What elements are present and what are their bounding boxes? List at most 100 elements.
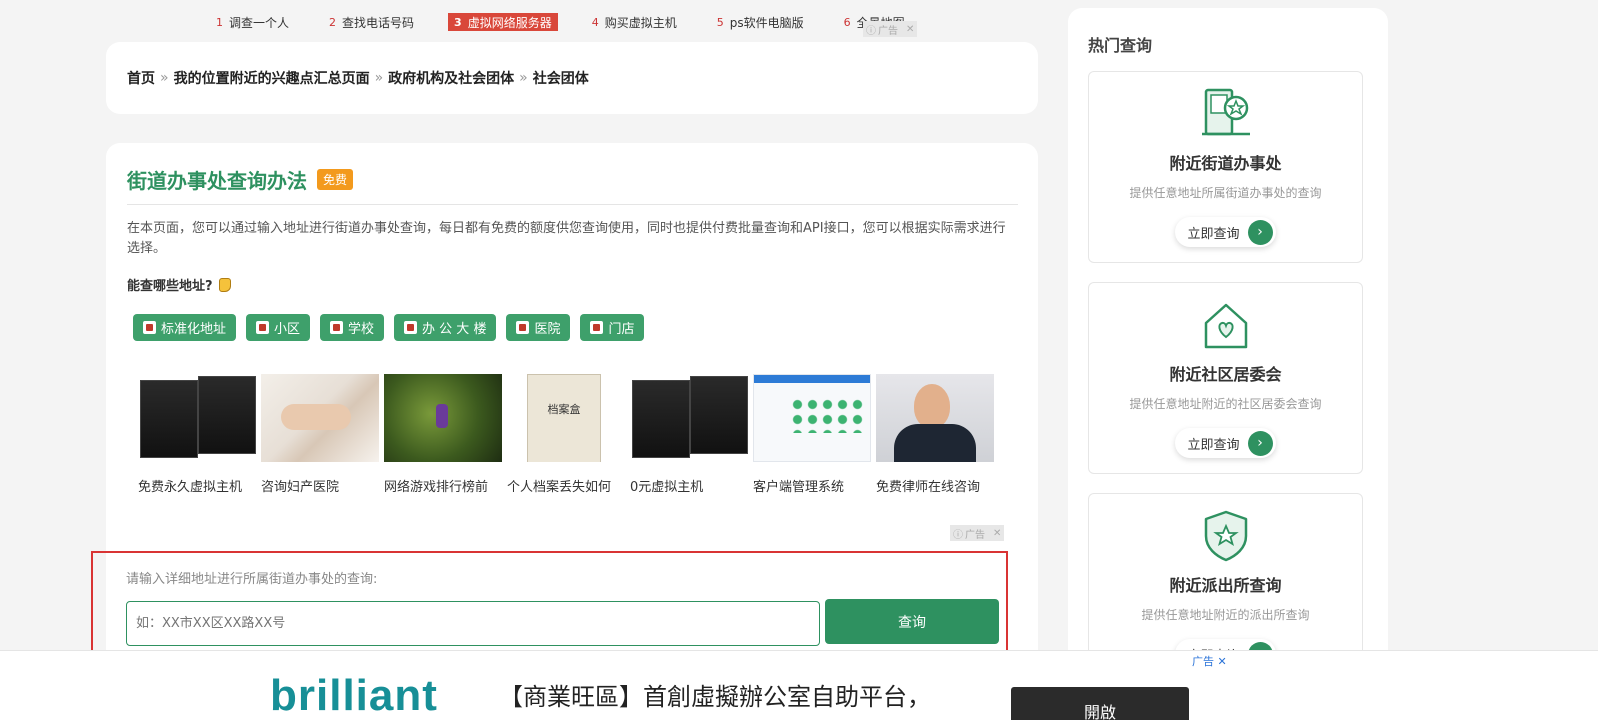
top-link-3[interactable]: 3 虚拟网络服务器 [448, 13, 558, 31]
ad-tag-label: 广告 [878, 25, 898, 37]
tag-label: 医院 [534, 322, 561, 337]
ad-caption: 咨询妇产医院 [261, 480, 340, 495]
ad-info-icon: ⓘ [866, 25, 876, 37]
tag-label: 标准化地址 [161, 322, 227, 337]
school-icon [330, 321, 344, 334]
tag-label: 门店 [608, 322, 635, 337]
arrow-right-icon: › [1247, 430, 1273, 456]
breadcrumb-poi-summary[interactable]: 我的位置附近的兴趣点汇总页面 [174, 68, 370, 88]
tag-hospital[interactable]: 医院 [506, 314, 571, 341]
ad-thumbnails: 免费永久虚拟主机 咨询妇产医院 网络游戏排行榜前 个人档案丢失如何 0元虚拟主机… [138, 374, 995, 495]
link-label: 购买虚拟主机 [604, 15, 677, 30]
ad-caption: 客户端管理系统 [753, 480, 845, 495]
button-label: 立即查询 [1187, 226, 1240, 242]
server-image [138, 374, 256, 462]
top-link-4[interactable]: 4 购买虚拟主机 [586, 13, 683, 31]
top-link-1[interactable]: 1 调查一个人 [210, 13, 295, 31]
breadcrumb-separator: » [519, 70, 528, 86]
query-now-button[interactable]: 立即查询 › [1175, 428, 1276, 458]
breadcrumb-gov-orgs[interactable]: 政府机构及社会团体 [388, 68, 514, 88]
tag-standard-address[interactable]: 标准化地址 [133, 314, 237, 341]
link-number: 4 [591, 15, 599, 29]
link-number: 6 [843, 15, 851, 29]
link-label: 虚拟网络服务器 [467, 15, 552, 30]
ad-item[interactable]: 客户端管理系统 [753, 374, 872, 495]
close-icon[interactable]: ✕ [993, 528, 1001, 539]
tag-label: 小区 [274, 322, 301, 337]
breadcrumb-separator: » [374, 70, 384, 86]
free-badge: 免费 [317, 169, 354, 190]
search-section: 请输入详细地址进行所属街道办事处的查询: 查询 [91, 551, 1008, 660]
ad-caption: 网络游戏排行榜前 [384, 480, 489, 495]
ad-tag-top[interactable]: ⓘ 广告 ✕ [863, 21, 918, 37]
link-label: 调查一个人 [229, 15, 290, 30]
tag-label: 学校 [348, 322, 375, 337]
arrow-right-icon: › [1247, 219, 1273, 245]
ad-caption: 个人档案丢失如何 [507, 480, 612, 495]
server-image [630, 374, 748, 462]
banner-open-button[interactable]: 開啟 [1011, 687, 1189, 720]
subheading-text: 能查哪些地址? [127, 279, 213, 294]
banner-ad-close[interactable]: 广告 ✕ [1192, 653, 1227, 669]
office-building-icon [404, 321, 418, 334]
bottom-ad-banner[interactable]: brilliant 【商業旺區】首創虛擬辦公室自助平台， 開啟 广告 ✕ [0, 650, 1598, 720]
tag-school[interactable]: 学校 [320, 314, 385, 341]
search-label: 请输入详细地址进行所属街道办事处的查询: [126, 572, 378, 587]
link-label: ps软件电脑版 [729, 15, 804, 30]
ad-caption: 0元虚拟主机 [630, 480, 704, 495]
ad-tag-thumbnails[interactable]: ⓘ 广告 ✕ [950, 525, 1005, 541]
ad-item[interactable]: 免费永久虚拟主机 [138, 374, 257, 495]
page-description: 在本页面，您可以通过输入地址进行街道办事处查询，每日都有免费的额度供您查询使用，… [127, 221, 1006, 256]
ad-item[interactable]: 网络游戏排行榜前 [384, 374, 503, 495]
close-icon[interactable]: ✕ [906, 24, 914, 35]
top-link-5[interactable]: 5 ps软件电脑版 [711, 13, 810, 31]
service-desc: 提供任意地址附近的派出所查询 [1141, 608, 1310, 622]
tag-office-building[interactable]: 办 公 大 楼 [394, 314, 497, 341]
button-label: 立即查询 [1187, 437, 1240, 453]
bed-image [261, 374, 379, 462]
house-heart-icon [1204, 303, 1247, 349]
ad-caption: 免费律师在线咨询 [876, 480, 981, 495]
address-search-input[interactable] [126, 601, 820, 646]
game-image [384, 374, 502, 462]
breadcrumb-social-groups[interactable]: 社会团体 [533, 68, 589, 88]
ad-item[interactable]: 咨询妇产医院 [261, 374, 380, 495]
lawyer-image [876, 374, 994, 462]
sidebar-title: 热门查询 [1088, 36, 1153, 55]
tag-label: 办 公 大 楼 [422, 322, 487, 337]
brand-logo: brilliant [270, 671, 438, 720]
ad-item[interactable]: 个人档案丢失如何 [507, 374, 626, 495]
service-community-committee: 附近社区居委会 提供任意地址附近的社区居委会查询 立即查询 › [1088, 282, 1363, 474]
tag-community[interactable]: 小区 [246, 314, 311, 341]
address-type-tags: 标准化地址 小区 学校 办 公 大 楼 医院 门店 [133, 314, 1018, 341]
store-icon [590, 321, 604, 334]
breadcrumb-separator: » [160, 70, 169, 86]
ad-item[interactable]: 免费律师在线咨询 [876, 374, 995, 495]
page: 1 调查一个人 2 查找电话号码 3 虚拟网络服务器 4 购买虚拟主机 5 ps软件电脑版… [0, 0, 1598, 720]
house-icon [256, 321, 270, 334]
query-now-button[interactable]: 立即查询 › [1175, 217, 1276, 247]
pointing-hand-icon [218, 277, 231, 292]
ad-info-icon: ⓘ [953, 529, 963, 541]
ad-caption: 免费永久虚拟主机 [138, 480, 243, 495]
top-link-2[interactable]: 2 查找电话号码 [323, 13, 420, 31]
service-name: 附近派出所查询 [1169, 576, 1282, 595]
hot-queries-sidebar: 热门查询 附近街道办事处 提供任意地址所属街道办事处的查询 立即查询 › 附近社区… [1068, 8, 1388, 720]
banner-content: brilliant 【商業旺區】首創虛擬辦公室自助平台， 開啟 广告 ✕ [244, 651, 1229, 720]
shield-star-icon [1204, 510, 1247, 562]
service-name: 附近街道办事处 [1169, 154, 1282, 173]
link-number: 1 [216, 15, 223, 29]
service-street-office: 附近街道办事处 提供任意地址所属街道办事处的查询 立即查询 › [1088, 71, 1363, 263]
top-ad-links: 1 调查一个人 2 查找电话号码 3 虚拟网络服务器 4 购买虚拟主机 5 ps软件电脑版… [210, 13, 939, 33]
breadcrumb: 首页 » 我的位置附近的兴趣点汇总页面 » 政府机构及社会团体 » 社会团体 [106, 42, 1038, 114]
link-number: 3 [454, 15, 462, 29]
query-button[interactable]: 查询 [825, 599, 999, 644]
ad-item[interactable]: 0元虚拟主机 [630, 374, 749, 495]
tag-store[interactable]: 门店 [580, 314, 645, 341]
page-title: 街道办事处查询办法 [127, 169, 307, 193]
service-name: 附近社区居委会 [1169, 365, 1282, 384]
breadcrumb-home[interactable]: 首页 [127, 68, 155, 88]
link-number: 5 [716, 15, 724, 29]
folder-image [507, 374, 625, 462]
building-star-icon [1201, 88, 1250, 136]
